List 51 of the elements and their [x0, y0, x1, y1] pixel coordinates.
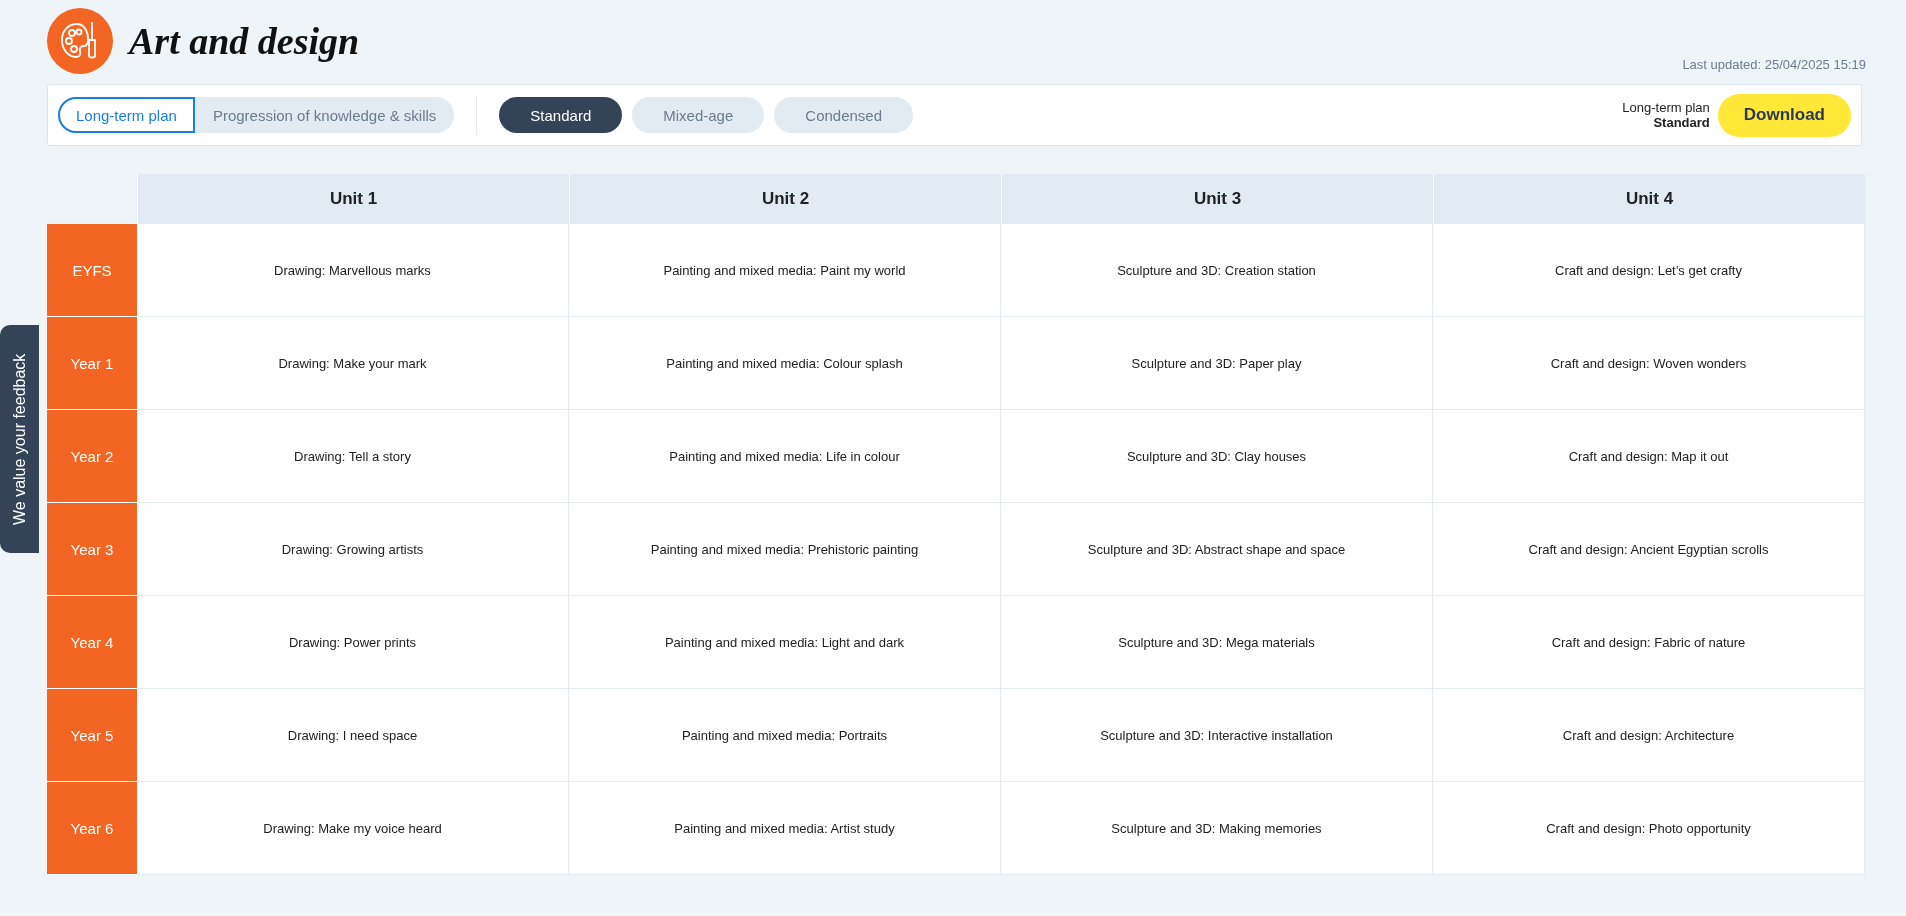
table-cell: Sculpture and 3D: Clay houses	[1001, 410, 1433, 503]
row-header: Year 6	[47, 782, 137, 875]
table-cell: Painting and mixed media: Light and dark	[569, 596, 1001, 689]
table-cell: Craft and design: Ancient Egyptian scrolls	[1433, 503, 1865, 596]
table-cell: Sculpture and 3D: Making memories	[1001, 782, 1433, 875]
palette-brush-icon	[47, 8, 113, 74]
download-button[interactable]: Download	[1717, 93, 1851, 137]
table-cell: Sculpture and 3D: Interactive installation	[1001, 689, 1433, 782]
variant-tab[interactable]: Standard	[499, 97, 623, 133]
row-header: Year 4	[47, 596, 137, 689]
feedback-tab[interactable]: We value your feedback	[0, 325, 39, 553]
row-header: Year 2	[47, 410, 137, 503]
table-cell: Painting and mixed media: Life in colour	[569, 410, 1001, 503]
table-cell: Craft and design: Woven wonders	[1433, 317, 1865, 410]
table-cell: Sculpture and 3D: Creation station	[1001, 224, 1433, 317]
row-header: Year 1	[47, 317, 137, 410]
table-cell: Craft and design: Map it out	[1433, 410, 1865, 503]
table-cell: Craft and design: Let’s get crafty	[1433, 224, 1865, 317]
table-cell: Painting and mixed media: Portraits	[569, 689, 1001, 782]
column-header: Unit 3	[1001, 174, 1433, 224]
plan-tab[interactable]: Progression of knowledge & skills	[194, 97, 455, 133]
row-header: Year 5	[47, 689, 137, 782]
download-variant-label: Standard	[1653, 115, 1710, 130]
table-cell: Craft and design: Photo opportunity	[1433, 782, 1865, 875]
table-cell: Drawing: I need space	[137, 689, 569, 782]
table-cell: Painting and mixed media: Prehistoric painting	[569, 503, 1001, 596]
table-cell: Sculpture and 3D: Abstract shape and space	[1001, 503, 1433, 596]
column-header: Unit 2	[569, 174, 1001, 224]
last-updated-text: Last updated: 25/04/2025 15:19	[1682, 57, 1866, 74]
table-cell: Sculpture and 3D: Paper play	[1001, 317, 1433, 410]
table-cell: Sculpture and 3D: Mega materials	[1001, 596, 1433, 689]
column-header: Unit 4	[1433, 174, 1865, 224]
table-cell: Craft and design: Architecture	[1433, 689, 1865, 782]
table-cell: Drawing: Make my voice heard	[137, 782, 569, 875]
page-title: Art and design	[129, 19, 360, 63]
table-cell: Painting and mixed media: Colour splash	[569, 317, 1001, 410]
variant-tab[interactable]: Condensed	[774, 97, 914, 133]
variant-tab[interactable]: Mixed-age	[632, 97, 765, 133]
row-header: Year 3	[47, 503, 137, 596]
download-plan-label: Long-term plan	[1622, 100, 1710, 115]
table-cell: Drawing: Make your mark	[137, 317, 569, 410]
table-cell: Painting and mixed media: Paint my world	[569, 224, 1001, 317]
row-header: EYFS	[47, 224, 137, 317]
table-cell: Drawing: Marvellous marks	[137, 224, 569, 317]
column-header: Unit 1	[137, 174, 569, 224]
table-cell: Drawing: Power prints	[137, 596, 569, 689]
plan-tab[interactable]: Long-term plan	[58, 97, 195, 133]
table-cell: Painting and mixed media: Artist study	[569, 782, 1001, 875]
table-cell: Drawing: Tell a story	[137, 410, 569, 503]
table-cell: Drawing: Growing artists	[137, 503, 569, 596]
table-cell: Craft and design: Fabric of nature	[1433, 596, 1865, 689]
